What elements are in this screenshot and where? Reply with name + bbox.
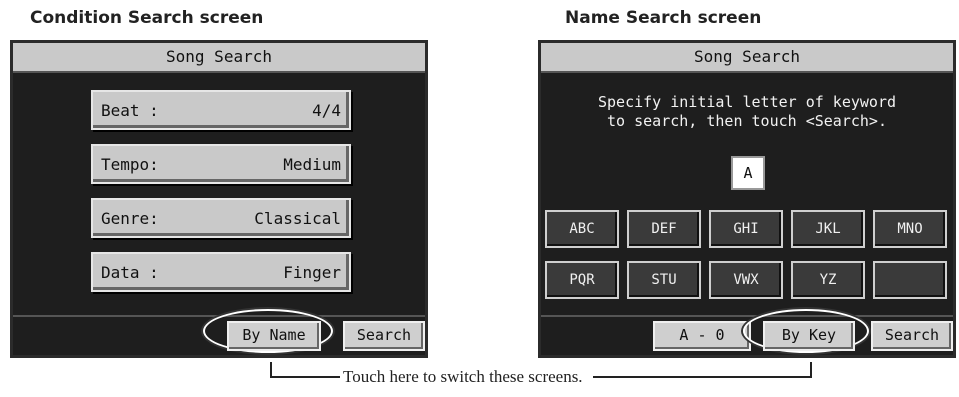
callout-line-right-horizontal	[593, 376, 812, 378]
callout-text: Touch here to switch these screens.	[343, 367, 583, 386]
key-blank[interactable]	[873, 261, 947, 299]
key-stu[interactable]: STU	[627, 261, 701, 299]
field-label: Tempo:	[101, 155, 159, 174]
screen-title: Song Search	[541, 43, 953, 73]
instruction-text: Specify initial letter of keyword to sea…	[541, 93, 953, 131]
tempo-field[interactable]: Tempo: Medium	[91, 144, 351, 184]
name-screen-caption: Name Search screen	[565, 8, 762, 28]
key-ghi[interactable]: GHI	[709, 210, 783, 248]
instruction-line: to search, then touch <Search>.	[607, 112, 887, 130]
by-key-button[interactable]: By Key	[763, 321, 855, 351]
key-def[interactable]: DEF	[627, 210, 701, 248]
field-value: Medium	[283, 155, 341, 174]
genre-field[interactable]: Genre: Classical	[91, 198, 351, 238]
field-label: Genre:	[101, 209, 159, 228]
condition-search-screen: Song Search Beat : 4/4 Tempo: Medium Gen…	[10, 40, 428, 358]
bottom-bar: By Name Search	[13, 309, 425, 355]
search-button[interactable]: Search	[343, 321, 425, 351]
field-value: Classical	[254, 209, 341, 228]
key-vwx[interactable]: VWX	[709, 261, 783, 299]
key-jkl[interactable]: JKL	[791, 210, 865, 248]
field-value: 4/4	[312, 101, 341, 120]
key-yz[interactable]: YZ	[791, 261, 865, 299]
callout-line-left-horizontal	[270, 376, 340, 378]
field-label: Beat :	[101, 101, 159, 120]
search-button[interactable]: Search	[871, 321, 953, 351]
field-label: Data :	[101, 263, 159, 282]
key-mno[interactable]: MNO	[873, 210, 947, 248]
key-abc[interactable]: ABC	[545, 210, 619, 248]
key-pqr[interactable]: PQR	[545, 261, 619, 299]
condition-screen-caption: Condition Search screen	[30, 8, 264, 28]
screen-title: Song Search	[13, 43, 425, 73]
by-name-button[interactable]: By Name	[227, 321, 321, 351]
callout-line-left-vertical	[270, 362, 272, 376]
instruction-line: Specify initial letter of keyword	[597, 93, 896, 111]
range-button[interactable]: A - 0	[653, 321, 751, 351]
callout-line-right-vertical	[810, 362, 812, 378]
bottom-bar: A - 0 By Key Search	[541, 309, 953, 355]
data-field[interactable]: Data : Finger	[91, 252, 351, 292]
beat-field[interactable]: Beat : 4/4	[91, 90, 351, 130]
selected-letter-display: A	[731, 156, 765, 190]
field-value: Finger	[283, 263, 341, 282]
name-search-screen: Song Search Specify initial letter of ke…	[538, 40, 956, 358]
